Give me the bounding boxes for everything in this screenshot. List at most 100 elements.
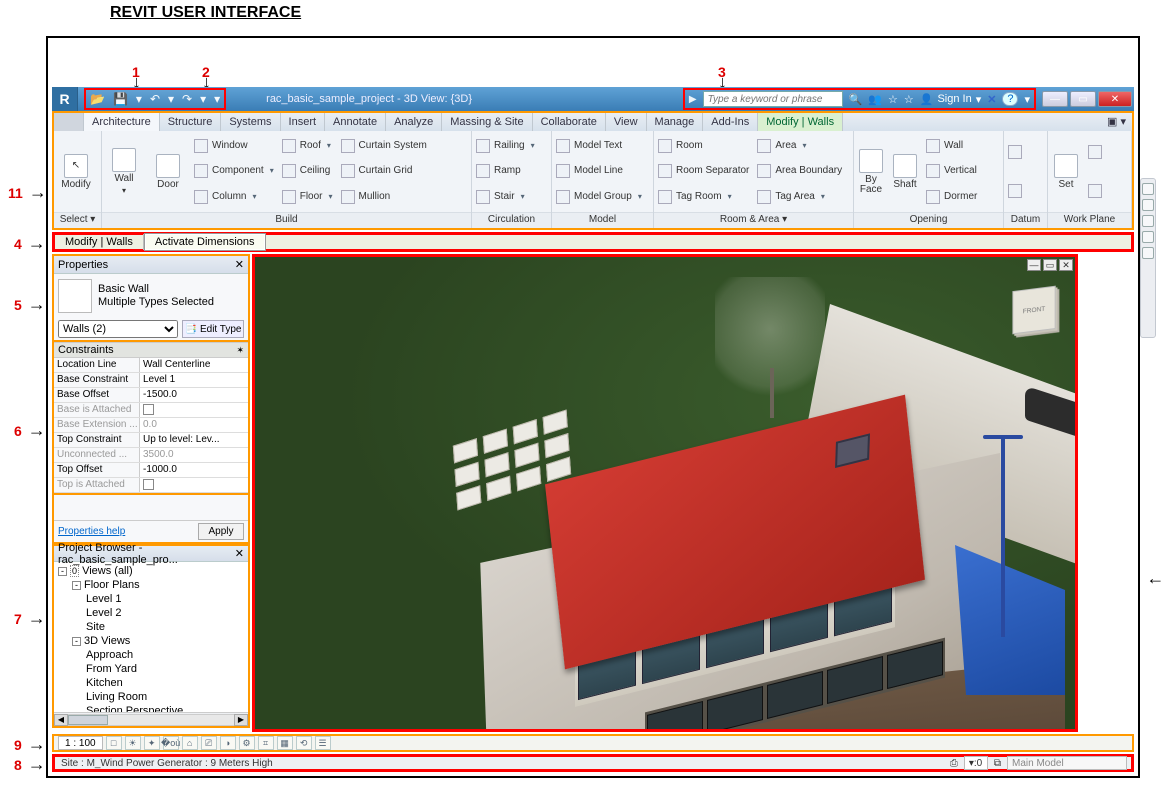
- activate-dimensions-button[interactable]: Activate Dimensions: [144, 233, 266, 251]
- view-control-button[interactable]: ⚙: [239, 736, 255, 750]
- collapse-icon[interactable]: ✶: [236, 345, 244, 356]
- view-control-button[interactable]: □: [106, 736, 122, 750]
- property-value[interactable]: [140, 478, 248, 492]
- property-value[interactable]: [140, 403, 248, 417]
- pan-icon[interactable]: [1142, 199, 1154, 211]
- panel-select-label[interactable]: Select ▾: [54, 212, 101, 228]
- tree-item[interactable]: Level 2: [86, 606, 246, 620]
- expand-toggle[interactable]: -: [72, 581, 81, 590]
- set-button[interactable]: Set: [1048, 131, 1084, 212]
- floor-button[interactable]: Floor: [282, 190, 333, 204]
- property-value[interactable]: Wall Centerline: [140, 358, 248, 372]
- stair-button[interactable]: Stair: [476, 190, 535, 204]
- model-line-button[interactable]: Model Line: [556, 164, 642, 178]
- edit-type-button[interactable]: 📑Edit Type: [182, 320, 244, 338]
- help-button[interactable]: ?: [1002, 92, 1018, 106]
- show-plane-button[interactable]: [1088, 145, 1102, 159]
- tree-item[interactable]: Site: [86, 620, 246, 634]
- room-button[interactable]: Room: [658, 139, 749, 153]
- exchange-apps-icon[interactable]: ✕: [987, 93, 996, 106]
- ribbon-tab-structure[interactable]: Structure: [160, 113, 222, 131]
- instance-filter-select[interactable]: Walls (2): [58, 320, 178, 338]
- ribbon-tab-analyze[interactable]: Analyze: [386, 113, 442, 131]
- property-row[interactable]: Base ConstraintLevel 1: [54, 373, 248, 388]
- view-control-button[interactable]: ☰: [315, 736, 331, 750]
- sign-in-button[interactable]: 👤Sign In▾: [920, 93, 981, 106]
- close-icon[interactable]: ✕: [235, 547, 244, 560]
- view-cube[interactable]: FRONT: [1012, 286, 1055, 335]
- area-button[interactable]: Area: [757, 139, 842, 153]
- qat-save-icon[interactable]: 💾: [113, 92, 128, 106]
- ribbon-tab-modify-walls[interactable]: Modify | Walls: [758, 113, 843, 131]
- property-value[interactable]: Up to level: Lev...: [140, 433, 248, 447]
- ribbon-tab-annotate[interactable]: Annotate: [325, 113, 386, 131]
- qat-redo-icon[interactable]: ↷: [182, 92, 192, 106]
- tree-item[interactable]: Living Room: [86, 690, 246, 704]
- view-minimize-icon[interactable]: —: [1027, 259, 1041, 271]
- curtain-grid-button[interactable]: Curtain Grid: [341, 164, 427, 178]
- scroll-thumb[interactable]: [68, 715, 108, 725]
- shaft-button[interactable]: Shaft: [888, 131, 922, 212]
- type-selector[interactable]: Basic Wall Multiple Types Selected: [54, 274, 248, 318]
- ramp-button[interactable]: Ramp: [476, 164, 535, 178]
- view-control-button[interactable]: ✦: [144, 736, 160, 750]
- area-boundary-button[interactable]: Area Boundary: [757, 164, 842, 178]
- qat-open-icon[interactable]: 📂: [90, 92, 105, 106]
- properties-help-link[interactable]: Properties help: [58, 526, 125, 537]
- railing-button[interactable]: Railing: [476, 139, 535, 153]
- qat-dropdown-icon[interactable]: ▾: [200, 92, 206, 106]
- wall-opening-button[interactable]: Wall: [926, 139, 977, 153]
- scroll-left-icon[interactable]: ◀: [54, 714, 68, 726]
- tree-item[interactable]: Approach: [86, 648, 246, 662]
- roof-button[interactable]: Roof: [282, 139, 333, 153]
- filter-icon[interactable]: ⧉: [994, 758, 1001, 769]
- view-control-button[interactable]: ▦: [277, 736, 293, 750]
- lookaround-icon[interactable]: [1142, 247, 1154, 259]
- zoom-icon[interactable]: [1142, 215, 1154, 227]
- project-browser-hscroll[interactable]: ◀ ▶: [54, 712, 248, 726]
- comm-center-icon[interactable]: 👥: [868, 93, 882, 106]
- qat-overflow-icon[interactable]: ▾: [214, 92, 220, 106]
- wall-button[interactable]: Wall▾: [102, 131, 146, 212]
- ribbon-tab-blank[interactable]: [54, 113, 84, 131]
- minimize-button[interactable]: —: [1042, 91, 1068, 107]
- project-browser-tree[interactable]: -0 Views (all) -Floor Plans Level 1Level…: [54, 562, 248, 712]
- vertical-button[interactable]: Vertical: [926, 164, 977, 178]
- favorites-dropdown-icon[interactable]: ☆: [904, 93, 914, 106]
- room-separator-button[interactable]: Room Separator: [658, 164, 749, 178]
- dormer-button[interactable]: Dormer: [926, 190, 977, 204]
- view-scale[interactable]: 1 : 100: [58, 736, 103, 750]
- mullion-button[interactable]: Mullion: [341, 190, 427, 204]
- application-menu-button[interactable]: R: [52, 87, 78, 111]
- datum-level-button[interactable]: [1008, 184, 1022, 198]
- search-input[interactable]: [703, 91, 843, 107]
- property-row[interactable]: Location LineWall Centerline: [54, 358, 248, 373]
- ref-plane-button[interactable]: [1088, 184, 1102, 198]
- search-icon[interactable]: 🔍: [849, 93, 863, 106]
- maximize-button[interactable]: ▭: [1070, 91, 1096, 107]
- ribbon-tab-manage[interactable]: Manage: [647, 113, 704, 131]
- tree-item[interactable]: Level 1: [86, 592, 246, 606]
- curtain-system-button[interactable]: Curtain System: [341, 139, 427, 153]
- close-button[interactable]: ✕: [1098, 91, 1132, 107]
- view-control-button[interactable]: ☀: [125, 736, 141, 750]
- ribbon-tab-systems[interactable]: Systems: [221, 113, 280, 131]
- view-control-button[interactable]: ⎚: [201, 736, 217, 750]
- ribbon-tab-addins[interactable]: Add-Ins: [703, 113, 758, 131]
- view-control-button[interactable]: �où: [163, 736, 179, 750]
- qat-dropdown-icon[interactable]: ▾: [136, 92, 142, 106]
- view-close-icon[interactable]: ✕: [1059, 259, 1073, 271]
- help-dropdown-icon[interactable]: ▾: [1024, 93, 1030, 106]
- tag-room-button[interactable]: Tag Room: [658, 190, 749, 204]
- orbit-icon[interactable]: [1142, 231, 1154, 243]
- property-value[interactable]: -1500.0: [140, 388, 248, 402]
- property-row[interactable]: Top ConstraintUp to level: Lev...: [54, 433, 248, 448]
- by-face-button[interactable]: By Face: [854, 131, 888, 212]
- window-button[interactable]: Window: [194, 139, 274, 153]
- qat-undo-icon[interactable]: ↶: [150, 92, 160, 106]
- view-control-button[interactable]: ⌂: [182, 736, 198, 750]
- ribbon-tab-view[interactable]: View: [606, 113, 647, 131]
- modify-button[interactable]: ↖ Modify: [54, 131, 98, 212]
- property-row[interactable]: Top is Attached: [54, 478, 248, 493]
- ribbon-minimize-icon[interactable]: ▣ ▾: [1101, 113, 1132, 131]
